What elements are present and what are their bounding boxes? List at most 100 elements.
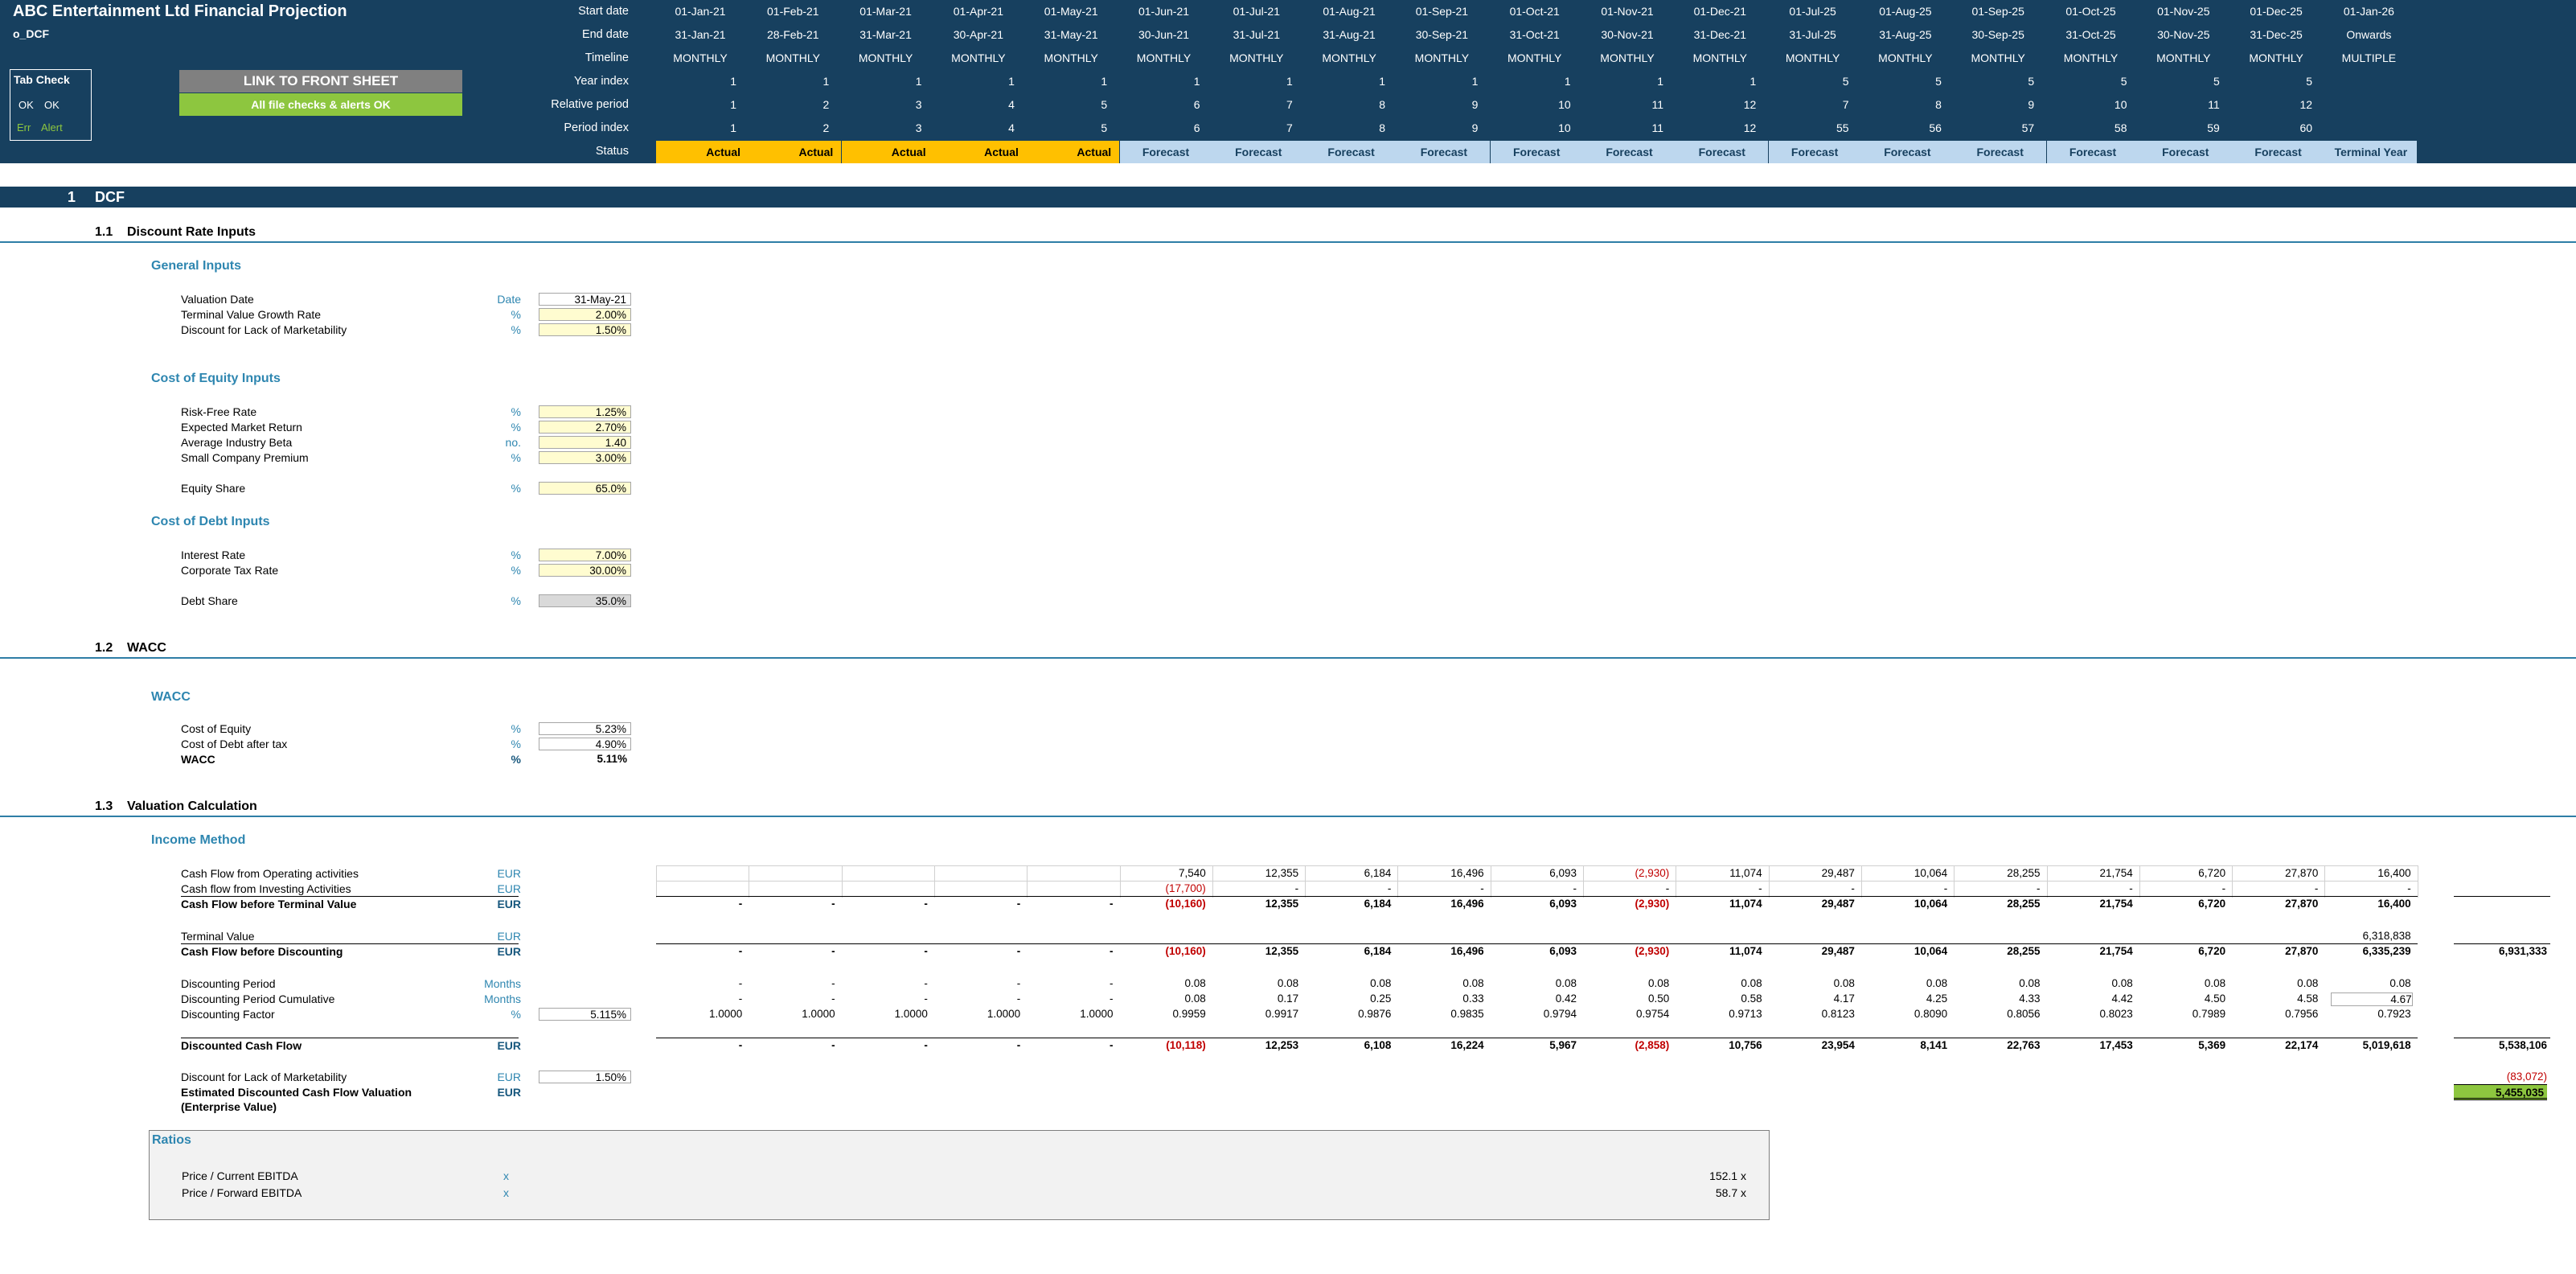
debt-share-cell[interactable]: 35.0%: [539, 594, 631, 607]
input-cell[interactable]: 1.50%: [539, 323, 631, 336]
income-value-cell: (17,700): [1165, 882, 1206, 894]
row-label-status: Status: [595, 145, 629, 158]
tab-check-err: Err: [17, 121, 31, 134]
end-date-cell: 31-Dec-25: [2250, 28, 2303, 41]
input-cell[interactable]: 31-May-21: [539, 293, 631, 306]
input-cell[interactable]: 3.00%: [539, 451, 631, 464]
row-unit: %: [511, 722, 521, 735]
subsection-title-discount-rate-inputs: Discount Rate Inputs: [127, 225, 256, 239]
timeline-cell: MONTHLY: [1044, 51, 1098, 64]
start-date-cell: 01-Sep-25: [1971, 5, 2024, 18]
income-value-cell: -: [1016, 898, 1021, 910]
relative-period-cell: 11: [1651, 98, 1663, 111]
income-value-cell: 0.08: [2111, 977, 2133, 989]
income-value-cell: -: [1480, 882, 1484, 894]
input-cell[interactable]: 5.23%: [539, 722, 631, 735]
year-index-cell: 1: [730, 75, 736, 88]
input-cell[interactable]: 1.25%: [539, 405, 631, 418]
income-value-cell: 0.7956: [2285, 1008, 2319, 1020]
row-label: WACC: [181, 753, 215, 766]
row-unit: no.: [505, 436, 521, 449]
grid-line: [656, 865, 657, 898]
input-cell[interactable]: 4.90%: [539, 738, 631, 750]
timeline-cell: MONTHLY: [1878, 51, 1933, 64]
input-cell[interactable]: 30.00%: [539, 564, 631, 577]
group-cost-of-debt: Cost of Debt Inputs: [151, 515, 270, 528]
status-cell-actual: Actual: [749, 141, 842, 163]
income-value-cell: 1.0000: [1080, 1008, 1114, 1020]
income-row-input[interactable]: 5.115%: [539, 1008, 631, 1021]
equity-share-input[interactable]: 65.0%: [539, 482, 631, 495]
input-cell[interactable]: 7.00%: [539, 549, 631, 561]
income-value-cell: 4.50: [2204, 992, 2226, 1005]
timeline-cell: MULTIPLE: [2341, 51, 2397, 64]
grid-line: [1583, 865, 1584, 898]
start-date-cell: 01-Jul-25: [1789, 5, 1836, 18]
grid-line: [1954, 865, 1955, 898]
timeline-cell: MONTHLY: [1971, 51, 2025, 64]
income-value-cell: 0.9754: [1636, 1008, 1670, 1020]
status-cell-forecast: Forecast: [1860, 141, 1954, 163]
income-row-unit: EUR: [497, 867, 521, 880]
start-date-cell: 01-Oct-21: [1509, 5, 1560, 18]
grid-line: [2139, 865, 2140, 898]
input-cell[interactable]: 2.00%: [539, 308, 631, 321]
income-row-unit: EUR: [497, 945, 521, 958]
income-row-input[interactable]: 1.50%: [539, 1071, 631, 1083]
income-value-cell: 12,355: [1265, 867, 1299, 879]
status-cell-forecast: Forecast: [1212, 141, 1305, 163]
period-index-cell: 10: [1558, 121, 1571, 134]
income-value-cell: 0.9917: [1265, 1008, 1299, 1020]
status-cell-forecast: Forecast: [1119, 141, 1212, 163]
relative-period-cell: 2: [822, 98, 830, 111]
relative-period-cell: 7: [1842, 98, 1849, 111]
relative-period-cell: 12: [1743, 98, 1757, 111]
row-unit: %: [511, 451, 521, 464]
row-label: Cost of Debt after tax: [181, 738, 288, 750]
income-value-cell: -: [2407, 882, 2411, 894]
timeline-cell: MONTHLY: [2063, 51, 2119, 64]
income-value-cell: 16,496: [1450, 945, 1484, 957]
group-wacc: WACC: [151, 690, 191, 704]
income-value-cell: 10,064: [1914, 898, 1948, 910]
status-cell-forecast: Forecast: [1397, 141, 1491, 163]
income-value-cell: 4.58: [2297, 992, 2319, 1005]
income-value-cell: (2,930): [1635, 898, 1670, 910]
relative-period-cell: 8: [1935, 98, 1942, 111]
total-rule: [656, 896, 2418, 897]
income-total-cell: 6,931,333: [2498, 945, 2547, 957]
year-index-cell: 1: [822, 75, 830, 88]
income-value-cell: 0.58: [1741, 992, 1762, 1005]
relative-period-cell: 5: [1101, 98, 1108, 111]
relative-period-cell: 8: [1379, 98, 1386, 111]
tab-check-box: Tab Check OK OK Err Alert: [10, 69, 92, 141]
input-cell[interactable]: 5.11%: [539, 753, 631, 766]
link-to-front-sheet-button[interactable]: LINK TO FRONT SHEET: [179, 70, 462, 92]
total-rule: [2454, 943, 2550, 944]
grid-line: [1305, 865, 1306, 898]
income-value-cell: 6,093: [1549, 945, 1577, 957]
input-cell[interactable]: 1.40: [539, 436, 631, 449]
end-date-cell: 30-Nov-21: [1601, 28, 1654, 41]
income-value-cell: 6,184: [1364, 898, 1392, 910]
relative-period-cell: 11: [2208, 98, 2220, 111]
income-value-cell: -: [1110, 1039, 1114, 1051]
grid-line: [1119, 865, 1121, 898]
grid-line: [1860, 865, 1862, 898]
income-value-cell: 27,870: [2285, 867, 2319, 879]
workbook-title: ABC Entertainment Ltd Financial Projecti…: [13, 2, 347, 20]
row-label: Debt Share: [181, 594, 238, 607]
income-value-cell: 11,074: [1729, 867, 1762, 879]
income-row-unit: EUR: [497, 882, 521, 895]
tab-check-ok-2: OK: [44, 99, 59, 111]
relative-period-cell: 9: [1471, 98, 1479, 111]
timeline-cell: MONTHLY: [2249, 51, 2303, 64]
input-cell[interactable]: 2.70%: [539, 421, 631, 434]
income-value-cell: -: [2129, 882, 2133, 894]
start-date-cell: 01-Nov-21: [1601, 5, 1654, 18]
grid-line: [841, 865, 843, 898]
income-value-cell: 0.9959: [1172, 1008, 1206, 1020]
subsection-rule: [0, 657, 2576, 659]
row-unit: %: [511, 564, 521, 577]
income-value-cell: 0.08: [1926, 977, 1948, 989]
